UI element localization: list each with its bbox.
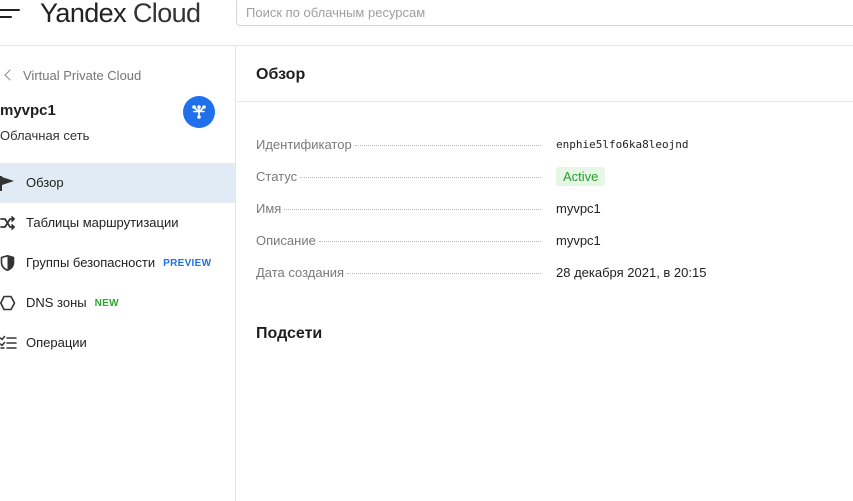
property-row-created: Дата создания 28 декабря 2021, в 20:15 bbox=[256, 260, 836, 292]
page-title: Обзор bbox=[256, 66, 306, 83]
sidebar-item-operations[interactable]: Операции bbox=[0, 323, 235, 363]
dotted-leader bbox=[347, 273, 541, 274]
logo[interactable]: Yandex Cloud bbox=[40, 0, 201, 30]
sidebar-item-label: Группы безопасности bbox=[26, 255, 156, 270]
dotted-leader bbox=[284, 209, 541, 210]
sidebar-item-label-wrap: DNS зоны NEW bbox=[26, 295, 119, 312]
preview-tag: PREVIEW bbox=[163, 258, 212, 269]
property-value-id: enphie5lfo6ka8leojnd bbox=[556, 138, 689, 151]
property-key-text: Дата создания bbox=[256, 265, 345, 280]
hexagon-icon bbox=[0, 295, 17, 311]
property-key-text: Имя bbox=[256, 201, 282, 216]
divider bbox=[237, 101, 853, 102]
sidebar: Virtual Private Cloud myvpc1 Облачная се… bbox=[0, 46, 236, 501]
sidebar-item-label: Обзор bbox=[26, 175, 64, 190]
top-bar: Yandex Cloud bbox=[0, 0, 853, 46]
vpc-name: myvpc1 bbox=[0, 102, 56, 119]
sidebar-item-label-wrap: Группы безопасности PREVIEW bbox=[26, 255, 211, 272]
sidebar-item-label: DNS зоны bbox=[26, 295, 87, 310]
main-content: Обзор Идентификатор enphie5lfo6ka8leojnd… bbox=[237, 46, 853, 501]
sidebar-nav: Обзор Таблицы маршрутизации Группы безоп… bbox=[0, 163, 235, 363]
property-value-status: Active bbox=[556, 167, 606, 186]
sidebar-item-security-groups[interactable]: Группы безопасности PREVIEW bbox=[0, 243, 235, 283]
property-key: Идентификатор bbox=[256, 137, 546, 152]
properties-list: Идентификатор enphie5lfo6ka8leojnd Стату… bbox=[256, 132, 836, 292]
checklist-icon bbox=[0, 335, 17, 351]
logo-brand: Yandex bbox=[40, 0, 127, 28]
dotted-leader bbox=[354, 145, 541, 146]
property-value-description: myvpc1 bbox=[556, 233, 601, 248]
shuffle-icon bbox=[0, 215, 17, 231]
sidebar-item-dns-zones[interactable]: DNS зоны NEW bbox=[0, 283, 235, 323]
shield-icon bbox=[0, 255, 17, 271]
property-row-name: Имя myvpc1 bbox=[256, 196, 836, 228]
new-tag: NEW bbox=[94, 298, 119, 309]
sidebar-item-route-tables[interactable]: Таблицы маршрутизации bbox=[0, 203, 235, 243]
property-value-name: myvpc1 bbox=[556, 201, 601, 216]
property-row-description: Описание myvpc1 bbox=[256, 228, 836, 260]
property-key: Описание bbox=[256, 233, 546, 248]
menu-icon[interactable] bbox=[0, 6, 20, 22]
back-link[interactable]: Virtual Private Cloud bbox=[0, 66, 141, 84]
property-row-id: Идентификатор enphie5lfo6ka8leojnd bbox=[256, 132, 836, 164]
property-row-status: Статус Active bbox=[256, 164, 836, 196]
search-box[interactable] bbox=[236, 0, 853, 26]
network-icon bbox=[183, 96, 215, 128]
chevron-left-icon bbox=[4, 69, 16, 81]
property-value-created: 28 декабря 2021, в 20:15 bbox=[556, 265, 707, 280]
property-key: Статус bbox=[256, 169, 546, 184]
property-key-text: Идентификатор bbox=[256, 137, 352, 152]
property-key: Имя bbox=[256, 201, 546, 216]
sidebar-item-label: Таблицы маршрутизации bbox=[26, 215, 179, 230]
logo-product: Cloud bbox=[132, 0, 201, 28]
sidebar-item-overview[interactable]: Обзор bbox=[0, 163, 235, 203]
property-key-text: Статус bbox=[256, 169, 298, 184]
dotted-leader bbox=[318, 241, 541, 242]
sidebar-item-label: Операции bbox=[26, 335, 87, 350]
status-badge: Active bbox=[556, 167, 606, 186]
vpc-type: Облачная сеть bbox=[0, 128, 90, 143]
property-key: Дата создания bbox=[256, 265, 546, 280]
back-link-label: Virtual Private Cloud bbox=[23, 67, 142, 83]
subnets-title: Подсети bbox=[256, 325, 323, 342]
property-key-text: Описание bbox=[256, 233, 316, 248]
search-input[interactable] bbox=[237, 0, 853, 25]
dotted-leader bbox=[300, 177, 541, 178]
flag-icon bbox=[0, 175, 17, 191]
